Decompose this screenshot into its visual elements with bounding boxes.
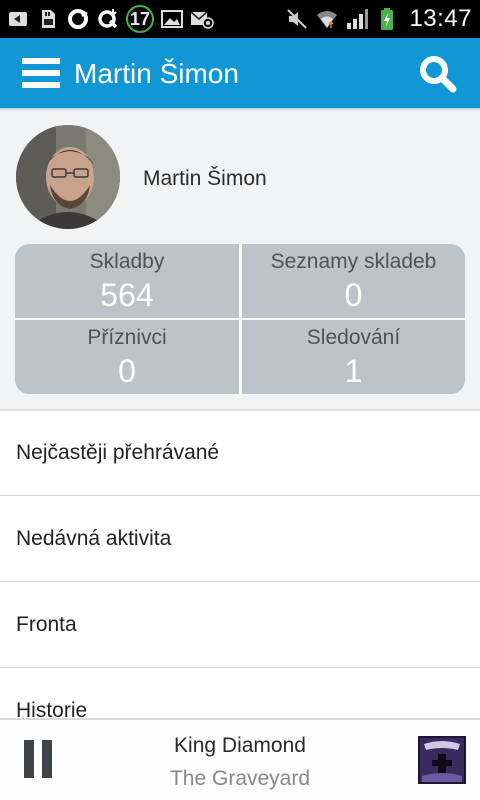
menu-item-most-played[interactable]: Nejčastěji přehrávané: [0, 411, 480, 496]
hamburger-icon: [22, 58, 60, 64]
player-album: The Graveyard: [169, 767, 311, 790]
mail-at-icon: [190, 7, 214, 31]
menu-item-label: Nejčastěji přehrávané: [16, 441, 220, 464]
download-q-icon: [96, 7, 120, 31]
stat-following[interactable]: Sledování 1: [242, 320, 465, 394]
app-o-icon: [66, 7, 90, 31]
album-art[interactable]: [418, 736, 466, 784]
profile-name: Martin Šimon: [143, 167, 267, 190]
stat-value: 0: [344, 277, 363, 313]
status-bar-notifications: 17: [6, 4, 214, 34]
stat-value: 564: [100, 277, 154, 313]
image-icon: [160, 7, 184, 31]
stat-value: 0: [118, 353, 136, 389]
menu-item-label: Historie: [16, 699, 88, 719]
menu-item-label: Nedávná aktivita: [16, 527, 172, 550]
player-artist: King Diamond: [174, 734, 306, 757]
app-bar: Martin Šimon: [0, 38, 480, 108]
stat-followers[interactable]: Příznivci 0: [15, 320, 239, 394]
menu-item-history[interactable]: Historie: [0, 669, 480, 719]
mini-player[interactable]: King Diamond The Graveyard: [0, 718, 480, 800]
stat-label: Seznamy skladeb: [270, 250, 437, 273]
profile-menu: Nejčastěji přehrávané Nedávná aktivita F…: [0, 411, 480, 719]
stat-playlists[interactable]: Seznamy skladeb 0: [242, 244, 465, 318]
battery-charging-icon: [375, 7, 399, 31]
profile-header: Martin Šimon Skladby 564 Seznamy skladeb…: [0, 111, 480, 409]
stat-label: Sledování: [306, 326, 401, 349]
stat-tracks[interactable]: Skladby 564: [15, 244, 239, 318]
signal-icon: [345, 7, 369, 31]
wifi-icon: [315, 7, 339, 31]
avatar[interactable]: [16, 125, 120, 229]
menu-item-label: Fronta: [16, 613, 77, 636]
search-icon: [420, 56, 457, 93]
search-button[interactable]: [418, 54, 458, 94]
stat-label: Příznivci: [87, 326, 167, 349]
notification-count-badge: 17: [126, 5, 154, 33]
sd-card-icon: [36, 7, 60, 31]
back-notify-icon: [6, 7, 30, 31]
status-clock: 13:47: [409, 5, 472, 32]
menu-item-recent-activity[interactable]: Nedávná aktivita: [0, 497, 480, 582]
mute-icon: [285, 7, 309, 31]
stat-label: Skladby: [89, 250, 165, 273]
menu-item-queue[interactable]: Fronta: [0, 583, 480, 668]
status-bar-system: 13:47: [285, 4, 472, 34]
hamburger-menu-button[interactable]: [22, 56, 60, 90]
profile-stats: Skladby 564 Seznamy skladeb 0 Příznivci …: [15, 244, 465, 394]
stat-value: 1: [344, 353, 363, 389]
page-title: Martin Šimon: [74, 58, 239, 89]
status-bar: 17 13:47: [0, 0, 480, 38]
